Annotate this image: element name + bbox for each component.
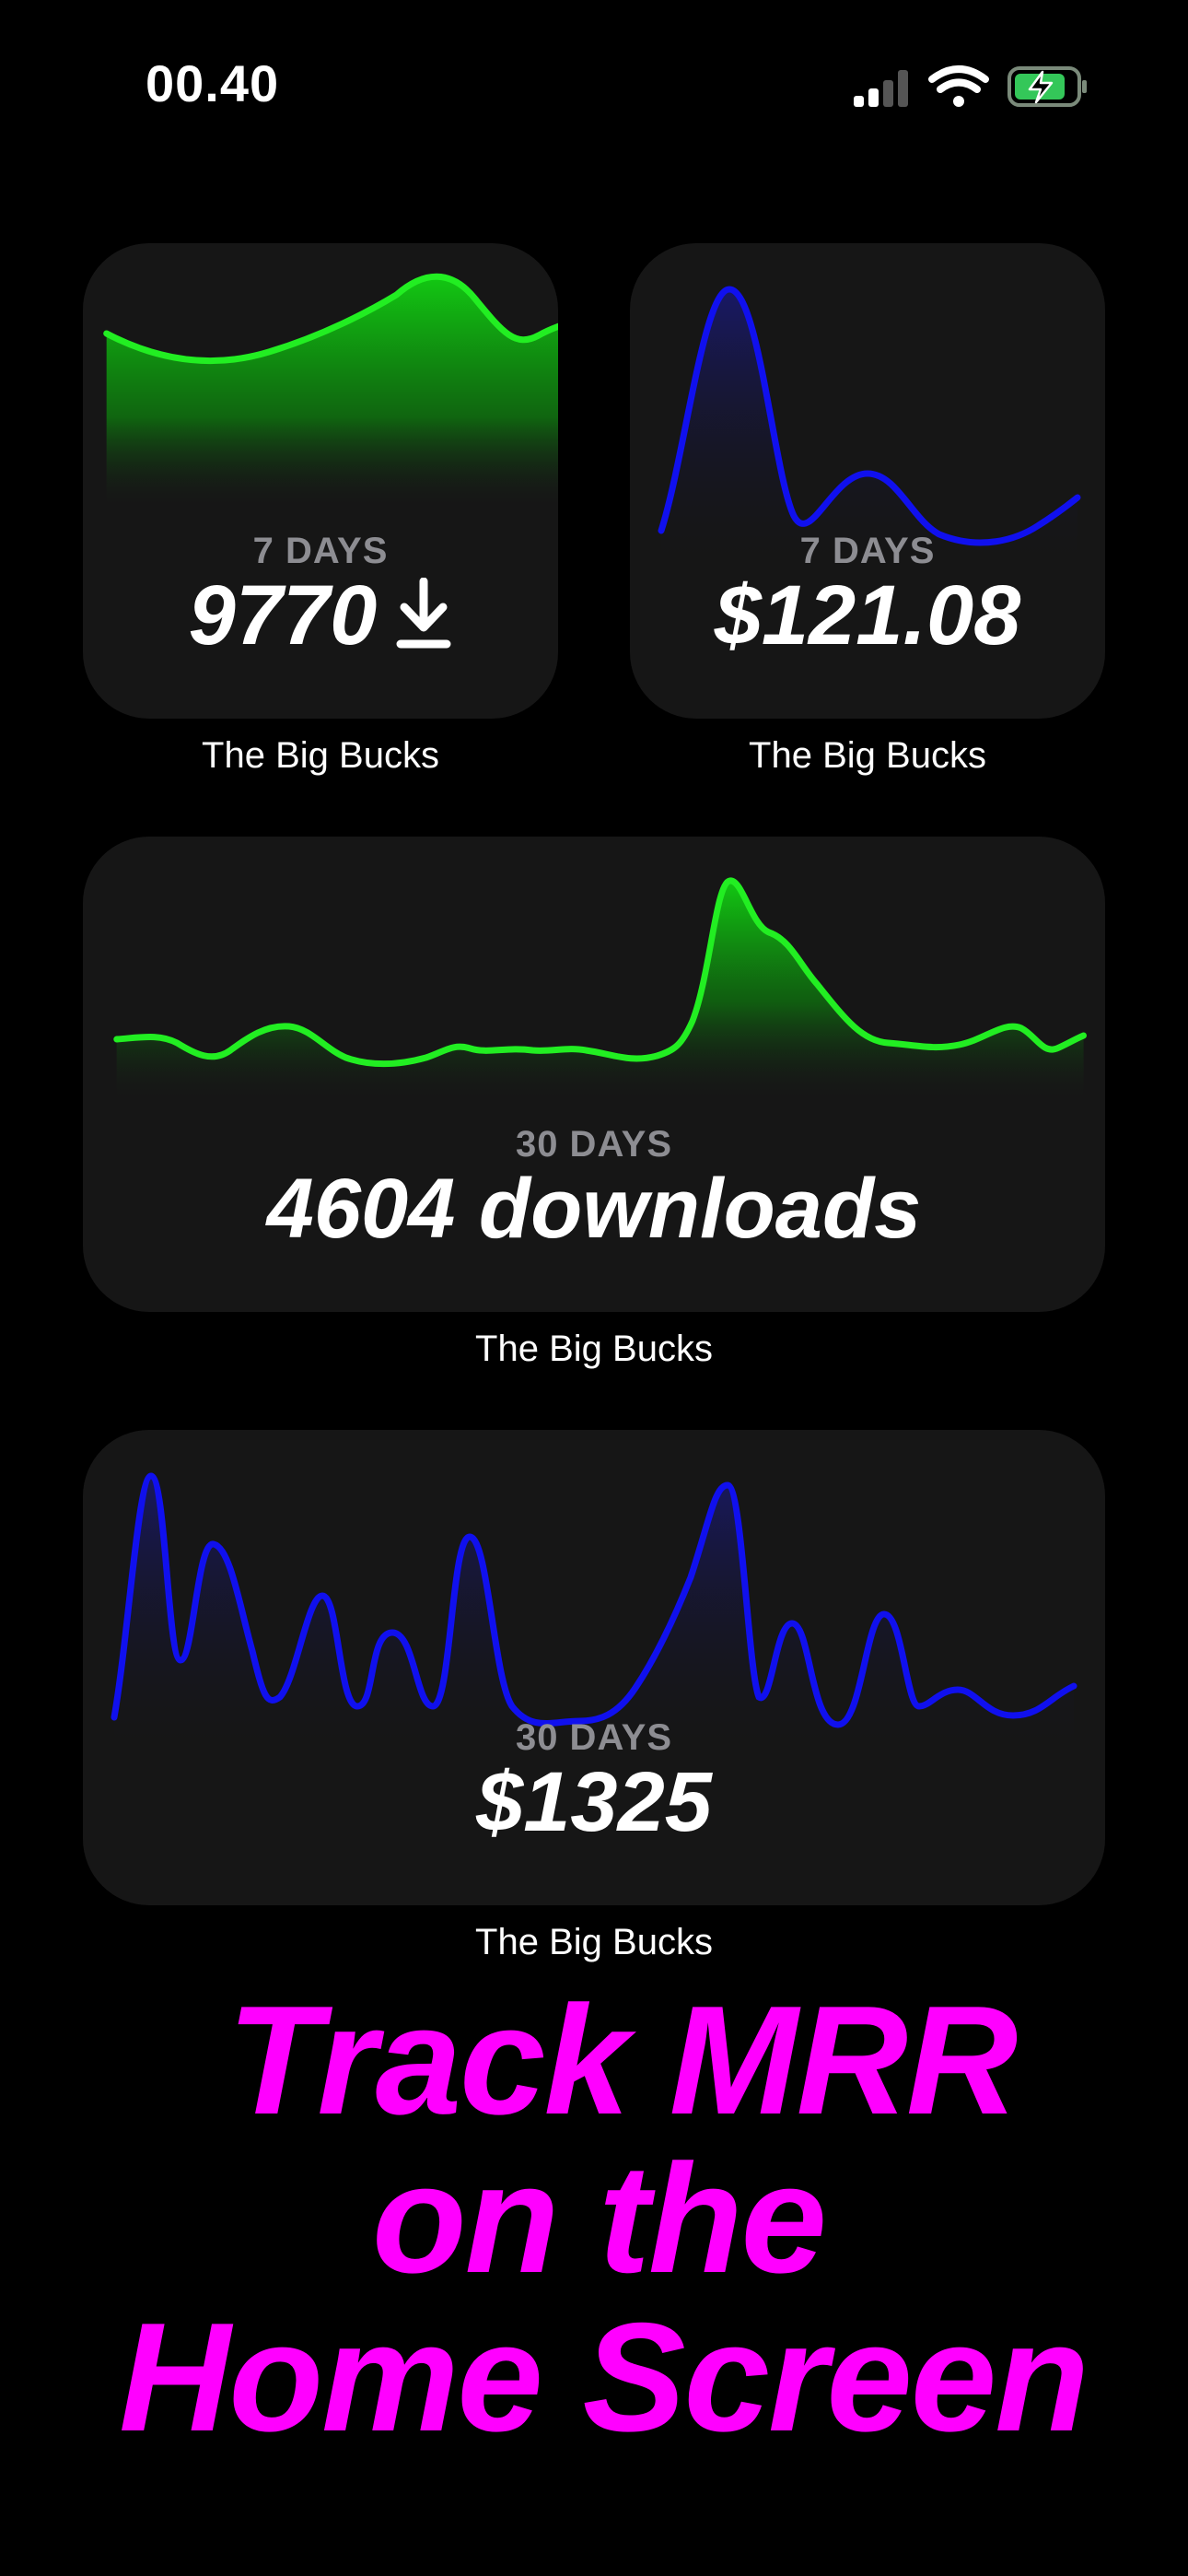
wifi-icon (928, 65, 989, 107)
cellular-signal-icon (854, 70, 908, 107)
status-time: 00.40 (146, 54, 280, 112)
widget-value: 9770 (83, 568, 558, 670)
download-arrow-icon (395, 573, 452, 670)
status-icons (847, 64, 1089, 111)
headline-line-3: Home Screen (119, 2290, 1089, 2464)
area-fill (116, 880, 1084, 1104)
headline: Track MRR on the Home Screen (0, 1981, 1188, 2456)
widget-value: $121.08 (714, 568, 1021, 662)
widget-30day-downloads[interactable]: 30 DAYS 4604 downloads (83, 837, 1105, 1312)
widget-value: 4604 downloads (266, 1162, 922, 1256)
widget-30day-revenue[interactable]: 30 DAYS $1325 (83, 1430, 1105, 1905)
widget-caption: The Big Bucks (475, 1329, 713, 1369)
area-fill (106, 276, 558, 510)
widget-caption: The Big Bucks (749, 735, 986, 776)
headline-line-2: on the (372, 2132, 827, 2305)
widget-7day-downloads[interactable]: 7 DAYS 9770 (83, 243, 558, 719)
widget-7day-revenue[interactable]: 7 DAYS $121.08 (630, 243, 1105, 719)
battery-charging-icon (1007, 66, 1087, 107)
widget-period: 7 DAYS (252, 531, 389, 571)
widget-value: $1325 (476, 1755, 712, 1849)
widget-caption: The Big Bucks (202, 735, 439, 776)
widget-caption: The Big Bucks (475, 1922, 713, 1962)
widget-period: 30 DAYS (515, 1124, 673, 1165)
widget-period: 7 DAYS (799, 531, 936, 571)
widget-period: 30 DAYS (515, 1717, 673, 1758)
widget-value-text: 9770 (188, 568, 378, 662)
headline-line-1: Track MRR (227, 1973, 1019, 2147)
